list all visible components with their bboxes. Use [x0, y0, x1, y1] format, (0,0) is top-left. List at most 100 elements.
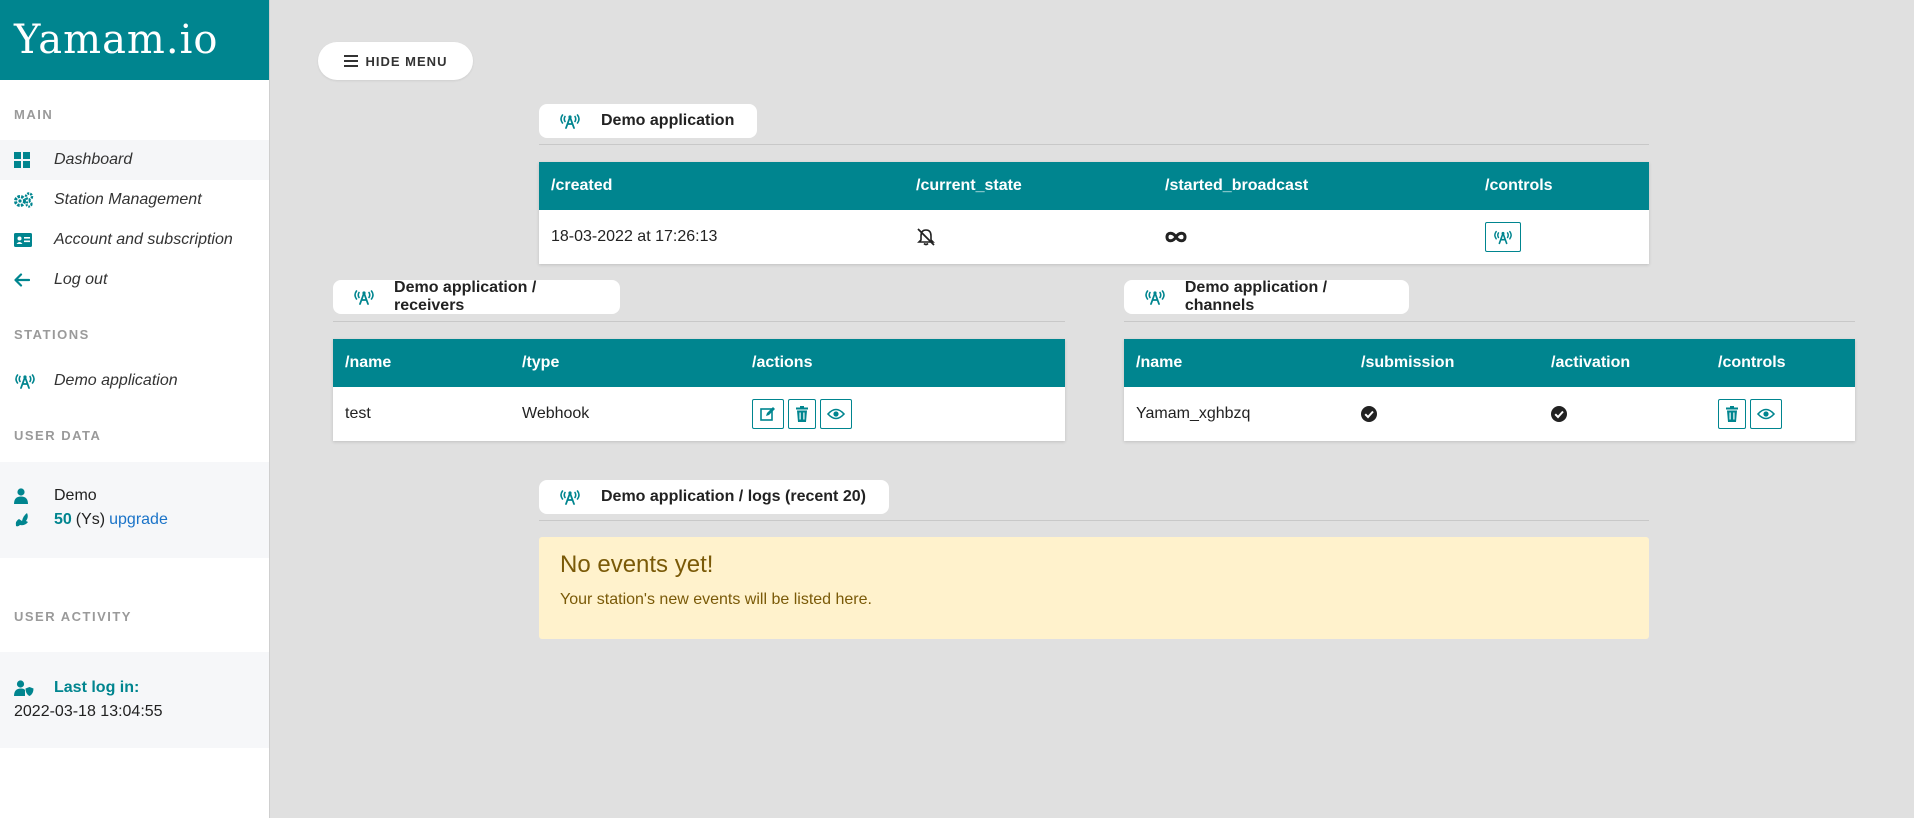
id-card-icon — [14, 233, 54, 247]
channel-controls-cell — [1718, 387, 1786, 441]
receivers-table: /name /type /actions test Webhook — [333, 339, 1065, 441]
column-header-controls: /controls — [1718, 354, 1786, 371]
column-header-actions: /actions — [752, 354, 813, 371]
user-name: Demo — [54, 487, 97, 504]
sidebar-item-account[interactable]: Account and subscription — [0, 220, 269, 260]
no-events-text: Your station's new events will be listed… — [560, 591, 872, 608]
column-header-type: /type — [522, 354, 560, 371]
sidebar-item-label: Account and subscription — [54, 231, 233, 248]
hide-menu-label: HIDE MENU — [365, 53, 448, 69]
broadcast-tower-icon — [353, 289, 394, 305]
sidebar-item-demo-application[interactable]: Demo application — [0, 361, 269, 401]
delete-channel-button[interactable] — [1718, 399, 1746, 429]
channels-panel-title: Demo application / channels — [1184, 279, 1328, 314]
view-channel-button[interactable] — [1750, 399, 1782, 429]
broadcast-tower-icon — [14, 373, 54, 389]
logs-panel-title: Demo application / logs (recent 20) — [601, 488, 866, 505]
user-activity-box: Last log in: 2022-03-18 13:04:55 — [0, 652, 269, 748]
broadcast-tower-icon — [559, 113, 601, 129]
user-credits-unit: (Ys) — [75, 511, 106, 528]
receivers-panel-divider — [333, 321, 1065, 322]
cell-receiver-name: test — [345, 405, 371, 422]
brand-title: Yamam.io — [14, 17, 219, 63]
table-row: 18-03-2022 at 17:26:13 — [539, 210, 1649, 264]
sidebar-item-label: Station Management — [54, 191, 202, 208]
receivers-panel-title-pill: Demo application / receivers — [333, 279, 620, 314]
table-header: /name /submission /activation /controls — [1124, 339, 1855, 387]
table-header: /created /current_state /started_broadca… — [539, 162, 1649, 210]
receivers-panel-title: Demo application / receivers — [394, 279, 537, 314]
cell-channel-name: Yamam_xghbzq — [1136, 405, 1251, 422]
sidebar-item-station-management[interactable]: Station Management — [0, 180, 269, 220]
trash-icon — [796, 406, 808, 422]
broadcast-control-button[interactable] — [1485, 222, 1521, 252]
check-circle-icon — [1361, 387, 1377, 441]
sidebar-item-label: Dashboard — [54, 151, 133, 168]
sidebar-item-label: Demo application — [54, 372, 178, 389]
delete-receiver-button[interactable] — [788, 399, 816, 429]
section-title-stations: STATIONS — [14, 327, 90, 342]
user-name-row: Demo — [14, 484, 255, 508]
last-login-row: Last log in: — [14, 676, 255, 700]
channels-panel-title-pill: Demo application / channels — [1124, 279, 1409, 314]
upgrade-link[interactable]: upgrade — [109, 511, 168, 529]
dashboard-icon — [14, 152, 54, 168]
table-row: test Webhook — [333, 387, 1065, 441]
eye-icon — [1757, 408, 1775, 420]
hide-menu-button[interactable]: HIDE MENU — [318, 42, 473, 80]
check-circle-icon — [1551, 387, 1567, 441]
logs-panel-title-pill: Demo application / logs (recent 20) — [539, 480, 889, 514]
channels-table: /name /submission /activation /controls … — [1124, 339, 1855, 441]
section-title-user-activity: USER ACTIVITY — [14, 609, 132, 624]
channels-panel-divider — [1124, 321, 1855, 322]
user-credits: 50 — [54, 511, 72, 528]
column-header-controls: /controls — [1485, 177, 1553, 194]
column-header-started-broadcast: /started_broadcast — [1165, 177, 1309, 194]
column-header-name: /name — [1136, 354, 1183, 371]
sidebar-item-label: Log out — [54, 271, 108, 288]
user-icon — [14, 488, 54, 504]
edit-icon — [760, 407, 775, 421]
eye-icon — [827, 408, 845, 420]
last-login-value: 2022-03-18 13:04:55 — [14, 703, 163, 720]
table-row: Yamam_xghbzq — [1124, 387, 1855, 441]
arrow-left-icon — [14, 273, 54, 287]
brand-logo[interactable]: Yamam.io — [0, 0, 269, 80]
user-credits-row: 50 (Ys) upgrade — [14, 508, 255, 532]
dove-icon — [14, 512, 54, 528]
infinity-icon — [1165, 210, 1187, 264]
section-title-main: MAIN — [14, 107, 54, 122]
sidebar-item-dashboard[interactable]: Dashboard — [0, 140, 269, 180]
column-header-current-state: /current_state — [916, 177, 1022, 194]
station-table: /created /current_state /started_broadca… — [539, 162, 1649, 264]
station-panel-title: Demo application — [601, 112, 735, 129]
section-title-user-data: USER DATA — [14, 428, 102, 443]
broadcast-tower-icon — [559, 489, 601, 505]
gears-icon — [14, 192, 54, 208]
broadcast-tower-icon — [1494, 230, 1512, 245]
station-panel-divider — [539, 144, 1649, 145]
cell-created: 18-03-2022 at 17:26:13 — [551, 228, 718, 245]
user-shield-icon — [14, 680, 54, 696]
station-panel-title-pill: Demo application — [539, 104, 757, 138]
sidebar: Yamam.io MAIN Dashboard Station Manageme… — [0, 0, 270, 818]
station-controls-cell — [1485, 210, 1525, 264]
trash-icon — [1726, 406, 1738, 422]
no-events-alert: No events yet! Your station's new events… — [539, 537, 1649, 639]
user-data-box: Demo 50 (Ys) upgrade — [0, 462, 269, 558]
table-header: /name /type /actions — [333, 339, 1065, 387]
column-header-name: /name — [345, 354, 392, 371]
cell-receiver-type: Webhook — [522, 405, 590, 422]
last-login-label: Last log in: — [54, 679, 140, 696]
receiver-actions-cell — [752, 387, 856, 441]
edit-receiver-button[interactable] — [752, 399, 784, 429]
sidebar-item-logout[interactable]: Log out — [0, 260, 269, 300]
column-header-submission: /submission — [1361, 354, 1455, 371]
column-header-created: /created — [551, 177, 613, 194]
no-events-title: No events yet! — [560, 551, 714, 578]
column-header-activation: /activation — [1551, 354, 1631, 371]
bell-slash-icon — [916, 210, 936, 264]
broadcast-tower-icon — [1144, 289, 1185, 305]
menu-icon — [343, 55, 358, 67]
view-receiver-button[interactable] — [820, 399, 852, 429]
